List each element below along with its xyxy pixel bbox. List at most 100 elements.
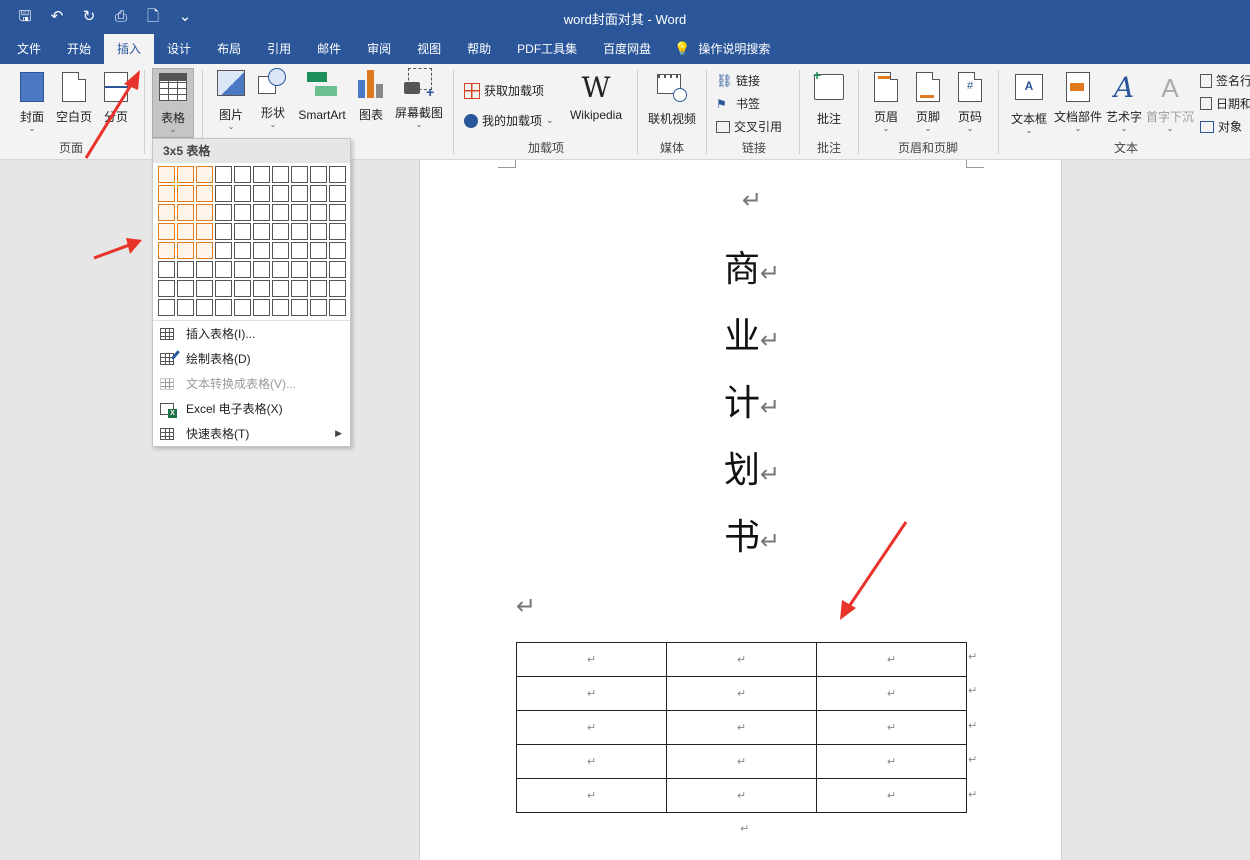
grid-cell[interactable]	[310, 299, 327, 316]
grid-cell[interactable]	[177, 280, 194, 297]
grid-cell[interactable]	[272, 242, 289, 259]
grid-cell[interactable]	[215, 299, 232, 316]
link-button[interactable]: ⛓ 链接	[716, 72, 760, 89]
page-number-button[interactable]: # 页码 ⌄	[950, 72, 990, 133]
grid-cell[interactable]	[310, 185, 327, 202]
table-cell[interactable]: ↵	[516, 778, 667, 813]
document-table[interactable]: ↵ ↵ ↵ ↵ ↵ ↵ ↵ ↵ ↵ ↵ ↵ ↵ ↵ ↵ ↵	[516, 642, 967, 813]
shapes-button[interactable]: 形状 ⌄	[254, 68, 292, 129]
grid-cell[interactable]	[196, 280, 213, 297]
grid-cell[interactable]	[196, 299, 213, 316]
object-button[interactable]: 对象	[1200, 118, 1242, 135]
grid-cell[interactable]	[177, 261, 194, 278]
grid-cell[interactable]	[253, 261, 270, 278]
tab-9[interactable]: 帮助	[454, 34, 504, 64]
dropcap-button[interactable]: A 首字下沉 ⌄	[1144, 72, 1196, 133]
quick-parts-button[interactable]: 文档部件 ⌄	[1052, 72, 1104, 133]
grid-cell[interactable]	[272, 299, 289, 316]
tab-10[interactable]: PDF工具集	[504, 34, 590, 64]
table-cell[interactable]: ↵	[666, 744, 817, 779]
tab-4[interactable]: 布局	[204, 34, 254, 64]
my-addins-button[interactable]: 我的加载项 ⌄	[464, 112, 554, 129]
grid-cell[interactable]	[272, 185, 289, 202]
picture-button[interactable]: 图片 ⌄	[212, 68, 250, 131]
grid-cell[interactable]	[253, 185, 270, 202]
grid-cell[interactable]	[291, 261, 308, 278]
smartart-button[interactable]: SmartArt	[294, 68, 350, 122]
table-cell[interactable]: ↵	[516, 676, 667, 711]
grid-cell[interactable]	[158, 280, 175, 297]
header-button[interactable]: 页眉 ⌄	[866, 72, 906, 133]
textbox-button[interactable]: A 文本框 ⌄	[1006, 72, 1052, 135]
blank-page-button[interactable]: 空白页	[54, 72, 94, 125]
grid-cell[interactable]	[291, 242, 308, 259]
menu-item-text-to-table[interactable]: 文本转换成表格(V)...	[153, 371, 350, 396]
grid-cell[interactable]	[215, 204, 232, 221]
grid-cell[interactable]	[291, 166, 308, 183]
grid-cell[interactable]	[291, 280, 308, 297]
grid-cell[interactable]	[215, 261, 232, 278]
grid-cell[interactable]	[158, 204, 175, 221]
grid-cell[interactable]	[158, 223, 175, 240]
table-size-grid[interactable]	[158, 166, 346, 316]
document-page[interactable]: ↵ 商↵ 业↵ 计↵ 划↵ 书↵ ↵ ↵ ↵ ↵ ↵ ↵ ↵ ↵ ↵ ↵ ↵ ↵ ↵ ↵ ↵ ↵ ↵ ↵ ↵ ↵ ↵ ↵	[419, 160, 1062, 860]
grid-cell[interactable]	[177, 299, 194, 316]
grid-cell[interactable]	[196, 185, 213, 202]
grid-cell[interactable]	[196, 242, 213, 259]
grid-cell[interactable]	[234, 204, 251, 221]
grid-cell[interactable]	[234, 166, 251, 183]
grid-cell[interactable]	[234, 299, 251, 316]
grid-cell[interactable]	[310, 204, 327, 221]
grid-cell[interactable]	[329, 261, 346, 278]
grid-cell[interactable]	[234, 223, 251, 240]
menu-item-quick-table[interactable]: 快速表格(T) ▶	[153, 421, 350, 446]
grid-cell[interactable]	[253, 223, 270, 240]
grid-cell[interactable]	[272, 166, 289, 183]
grid-cell[interactable]	[215, 185, 232, 202]
table-cell[interactable]: ↵	[816, 676, 967, 711]
grid-cell[interactable]	[234, 280, 251, 297]
grid-cell[interactable]	[291, 223, 308, 240]
grid-cell[interactable]	[329, 204, 346, 221]
grid-cell[interactable]	[310, 280, 327, 297]
table-cell[interactable]: ↵	[816, 744, 967, 779]
chart-button[interactable]: 图表	[354, 68, 388, 123]
grid-cell[interactable]	[310, 166, 327, 183]
grid-cell[interactable]	[253, 204, 270, 221]
grid-cell[interactable]	[291, 185, 308, 202]
grid-cell[interactable]	[253, 166, 270, 183]
wikipedia-button[interactable]: W Wikipedia	[564, 72, 628, 123]
grid-cell[interactable]	[158, 299, 175, 316]
grid-cell[interactable]	[177, 204, 194, 221]
grid-cell[interactable]	[196, 204, 213, 221]
tab-5[interactable]: 引用	[254, 34, 304, 64]
grid-cell[interactable]	[272, 261, 289, 278]
grid-cell[interactable]	[329, 242, 346, 259]
signature-line-button[interactable]: 签名行	[1200, 72, 1250, 89]
table-cell[interactable]: ↵	[816, 778, 967, 813]
table-cell[interactable]: ↵	[666, 710, 817, 745]
grid-cell[interactable]	[253, 280, 270, 297]
grid-cell[interactable]	[329, 223, 346, 240]
grid-cell[interactable]	[329, 299, 346, 316]
grid-cell[interactable]	[215, 280, 232, 297]
tell-me-search[interactable]: 💡 操作说明搜索	[664, 34, 783, 64]
grid-cell[interactable]	[215, 166, 232, 183]
cross-reference-button[interactable]: 交叉引用	[716, 118, 782, 135]
grid-cell[interactable]	[234, 185, 251, 202]
get-addins-button[interactable]: 获取加载项	[464, 82, 544, 99]
tab-3[interactable]: 设计	[154, 34, 204, 64]
grid-cell[interactable]	[196, 223, 213, 240]
table-cell[interactable]: ↵	[516, 744, 667, 779]
table-cell[interactable]: ↵	[516, 710, 667, 745]
grid-cell[interactable]	[310, 242, 327, 259]
grid-cell[interactable]	[272, 223, 289, 240]
tab-2[interactable]: 插入	[104, 34, 155, 64]
grid-cell[interactable]	[177, 166, 194, 183]
table-cell[interactable]: ↵	[666, 642, 817, 677]
grid-cell[interactable]	[272, 280, 289, 297]
grid-cell[interactable]	[196, 166, 213, 183]
grid-cell[interactable]	[158, 185, 175, 202]
cover-button[interactable]: 封面 ⌄	[12, 72, 52, 133]
screenshot-button[interactable]: + 屏幕截图 ⌄	[392, 68, 446, 129]
